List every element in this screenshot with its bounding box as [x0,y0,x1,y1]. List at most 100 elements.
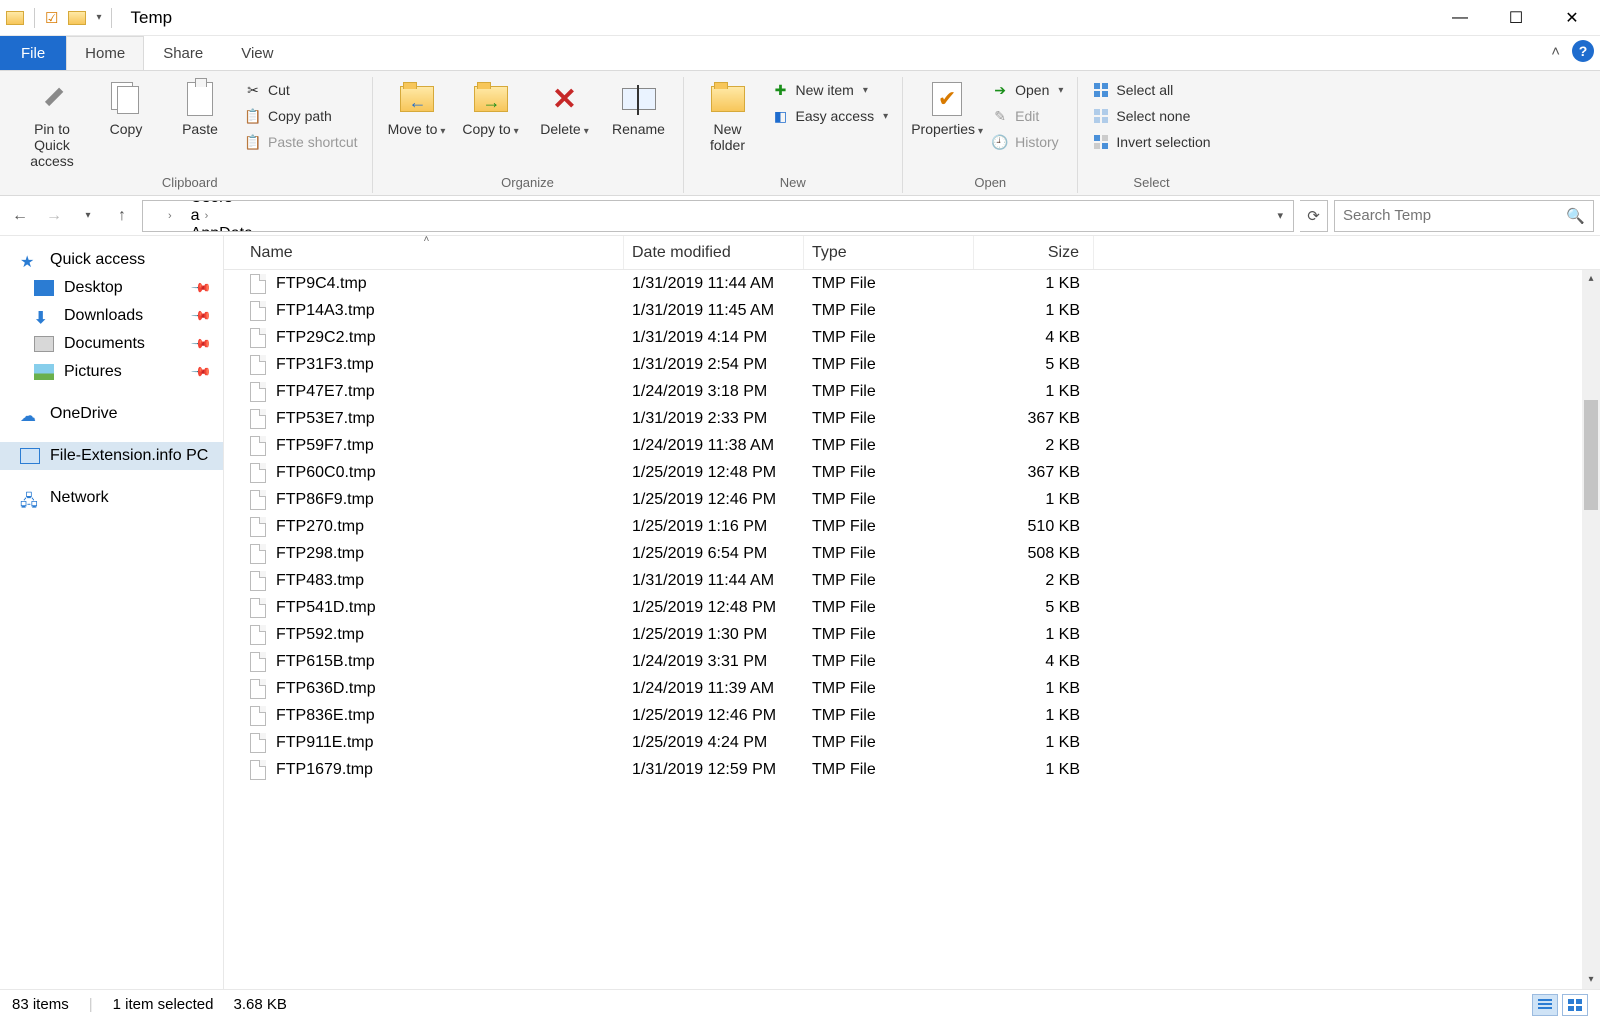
copy-button[interactable]: Copy [92,77,160,141]
file-size: 510 KB [974,518,1094,536]
select-none-button[interactable]: Select none [1088,105,1214,127]
sidebar-quick-access[interactable]: ★Quick access [0,246,223,274]
network-icon: 🖧 [20,490,40,506]
search-icon: 🔍 [1566,207,1585,225]
file-row[interactable]: FTP86F9.tmp1/25/2019 12:46 PMTMP File1 K… [224,486,1600,513]
group-label: Clipboard [18,173,362,193]
file-row[interactable]: FTP31F3.tmp1/31/2019 2:54 PMTMP File5 KB [224,351,1600,378]
view-icons-button[interactable] [1562,994,1588,1016]
group-label: Select [1088,173,1214,193]
move-to-button[interactable]: Move to [383,77,451,142]
new-item-button[interactable]: ✚New item [768,79,893,101]
address-dropdown-icon[interactable]: ▾ [1271,209,1289,222]
sidebar-downloads[interactable]: ⬇Downloads📌 [0,302,223,330]
close-button[interactable]: ✕ [1544,0,1600,36]
sidebar-pictures[interactable]: Pictures📌 [0,358,223,386]
scroll-up-icon[interactable]: ▴ [1582,270,1600,288]
file-type: TMP File [804,518,974,536]
file-row[interactable]: FTP53E7.tmp1/31/2019 2:33 PMTMP File367 … [224,405,1600,432]
file-date: 1/24/2019 3:18 PM [624,383,804,401]
file-row[interactable]: FTP270.tmp1/25/2019 1:16 PMTMP File510 K… [224,513,1600,540]
tab-view[interactable]: View [222,36,292,70]
recent-dropdown[interactable]: ▾ [74,202,102,230]
maximize-button[interactable]: ☐ [1488,0,1544,36]
file-icon [250,382,266,402]
refresh-button[interactable]: ⟳ [1300,200,1328,232]
invert-selection-button[interactable]: Invert selection [1088,131,1214,153]
help-icon[interactable]: ? [1572,40,1594,62]
qat-dropdown-icon[interactable]: ▾ [96,12,101,23]
file-date: 1/25/2019 12:48 PM [624,464,804,482]
copy-path-button[interactable]: 📋Copy path [240,105,362,127]
file-row[interactable]: FTP14A3.tmp1/31/2019 11:45 AMTMP File1 K… [224,297,1600,324]
copy-to-button[interactable]: Copy to [457,77,525,142]
file-row[interactable]: FTP59F7.tmp1/24/2019 11:38 AMTMP File2 K… [224,432,1600,459]
qat-checkbox-icon[interactable]: ☑ [45,9,58,27]
column-size[interactable]: Size [974,236,1094,269]
pin-quick-access-button[interactable]: Pin to Quick access [18,77,86,173]
easy-access-button[interactable]: ◧Easy access [768,105,893,127]
sidebar-documents[interactable]: Documents📌 [0,330,223,358]
file-type: TMP File [804,545,974,563]
scrollbar-thumb[interactable] [1584,400,1598,510]
breadcrumb-sep[interactable]: › [157,201,183,231]
open-button[interactable]: ➔Open [987,79,1067,101]
sidebar-network[interactable]: 🖧Network [0,484,223,512]
file-name: FTP541D.tmp [276,599,376,617]
file-row[interactable]: FTP298.tmp1/25/2019 6:54 PMTMP File508 K… [224,540,1600,567]
file-row[interactable]: FTP615B.tmp1/24/2019 3:31 PMTMP File4 KB [224,648,1600,675]
minimize-button[interactable]: — [1432,0,1488,36]
file-row[interactable]: FTP541D.tmp1/25/2019 12:48 PMTMP File5 K… [224,594,1600,621]
pin-icon: 📌 [190,277,213,300]
search-box[interactable]: 🔍 [1334,200,1594,232]
file-row[interactable]: FTP9C4.tmp1/31/2019 11:44 AMTMP File1 KB [224,270,1600,297]
file-row[interactable]: FTP483.tmp1/31/2019 11:44 AMTMP File2 KB [224,567,1600,594]
file-size: 1 KB [974,491,1094,509]
breadcrumb-segment[interactable]: Users› [185,200,369,207]
file-row[interactable]: FTP836E.tmp1/25/2019 12:46 PMTMP File1 K… [224,702,1600,729]
file-row[interactable]: FTP592.tmp1/25/2019 1:30 PMTMP File1 KB [224,621,1600,648]
select-all-button[interactable]: Select all [1088,79,1214,101]
ribbon-tabs: File Home Share View ˄ ? [0,36,1600,70]
column-date[interactable]: Date modified [624,236,804,269]
paste-button[interactable]: Paste [166,77,234,141]
sidebar-onedrive[interactable]: ☁OneDrive [0,400,223,428]
forward-button[interactable]: → [40,202,68,230]
breadcrumb-segment[interactable]: AppData› [185,225,369,232]
paste-shortcut-button[interactable]: 📋Paste shortcut [240,131,362,153]
file-row[interactable]: FTP636D.tmp1/24/2019 11:39 AMTMP File1 K… [224,675,1600,702]
file-row[interactable]: FTP60C0.tmp1/25/2019 12:48 PMTMP File367… [224,459,1600,486]
vertical-scrollbar[interactable]: ▴ ▾ [1582,270,1600,989]
tab-share[interactable]: Share [144,36,222,70]
column-type[interactable]: Type [804,236,974,269]
sidebar-this-pc[interactable]: File-Extension.info PC [0,442,223,470]
file-row[interactable]: FTP1679.tmp1/31/2019 12:59 PMTMP File1 K… [224,756,1600,783]
tab-file[interactable]: File [0,36,66,70]
edit-button[interactable]: ✎Edit [987,105,1067,127]
properties-button[interactable]: ✔ Properties [913,77,981,142]
status-selected: 1 item selected [113,996,214,1013]
sidebar-desktop[interactable]: Desktop📌 [0,274,223,302]
file-name: FTP9C4.tmp [276,275,367,293]
view-details-button[interactable] [1532,994,1558,1016]
rename-button[interactable]: Rename [605,77,673,141]
up-button[interactable]: ↑ [108,202,136,230]
file-type: TMP File [804,356,974,374]
delete-button[interactable]: ✕ Delete [531,77,599,142]
search-input[interactable] [1343,207,1566,224]
new-folder-button[interactable]: New folder [694,77,762,157]
file-row[interactable]: FTP911E.tmp1/25/2019 4:24 PMTMP File1 KB [224,729,1600,756]
file-row[interactable]: FTP29C2.tmp1/31/2019 4:14 PMTMP File4 KB [224,324,1600,351]
back-button[interactable]: ← [6,202,34,230]
history-button[interactable]: 🕘History [987,131,1067,153]
breadcrumb-segment[interactable]: a› [185,207,369,225]
file-row[interactable]: FTP47E7.tmp1/24/2019 3:18 PMTMP File1 KB [224,378,1600,405]
column-name[interactable]: ˄Name [224,236,624,269]
tab-home[interactable]: Home [66,36,144,70]
collapse-ribbon-icon[interactable]: ˄ [1551,43,1560,60]
cut-button[interactable]: ✂Cut [240,79,362,101]
address-bar[interactable]: › File-Extension.info PC›Local Disk (C:)… [142,200,1294,232]
folder-icon[interactable] [68,11,86,25]
scroll-down-icon[interactable]: ▾ [1582,971,1600,989]
file-icon [250,436,266,456]
